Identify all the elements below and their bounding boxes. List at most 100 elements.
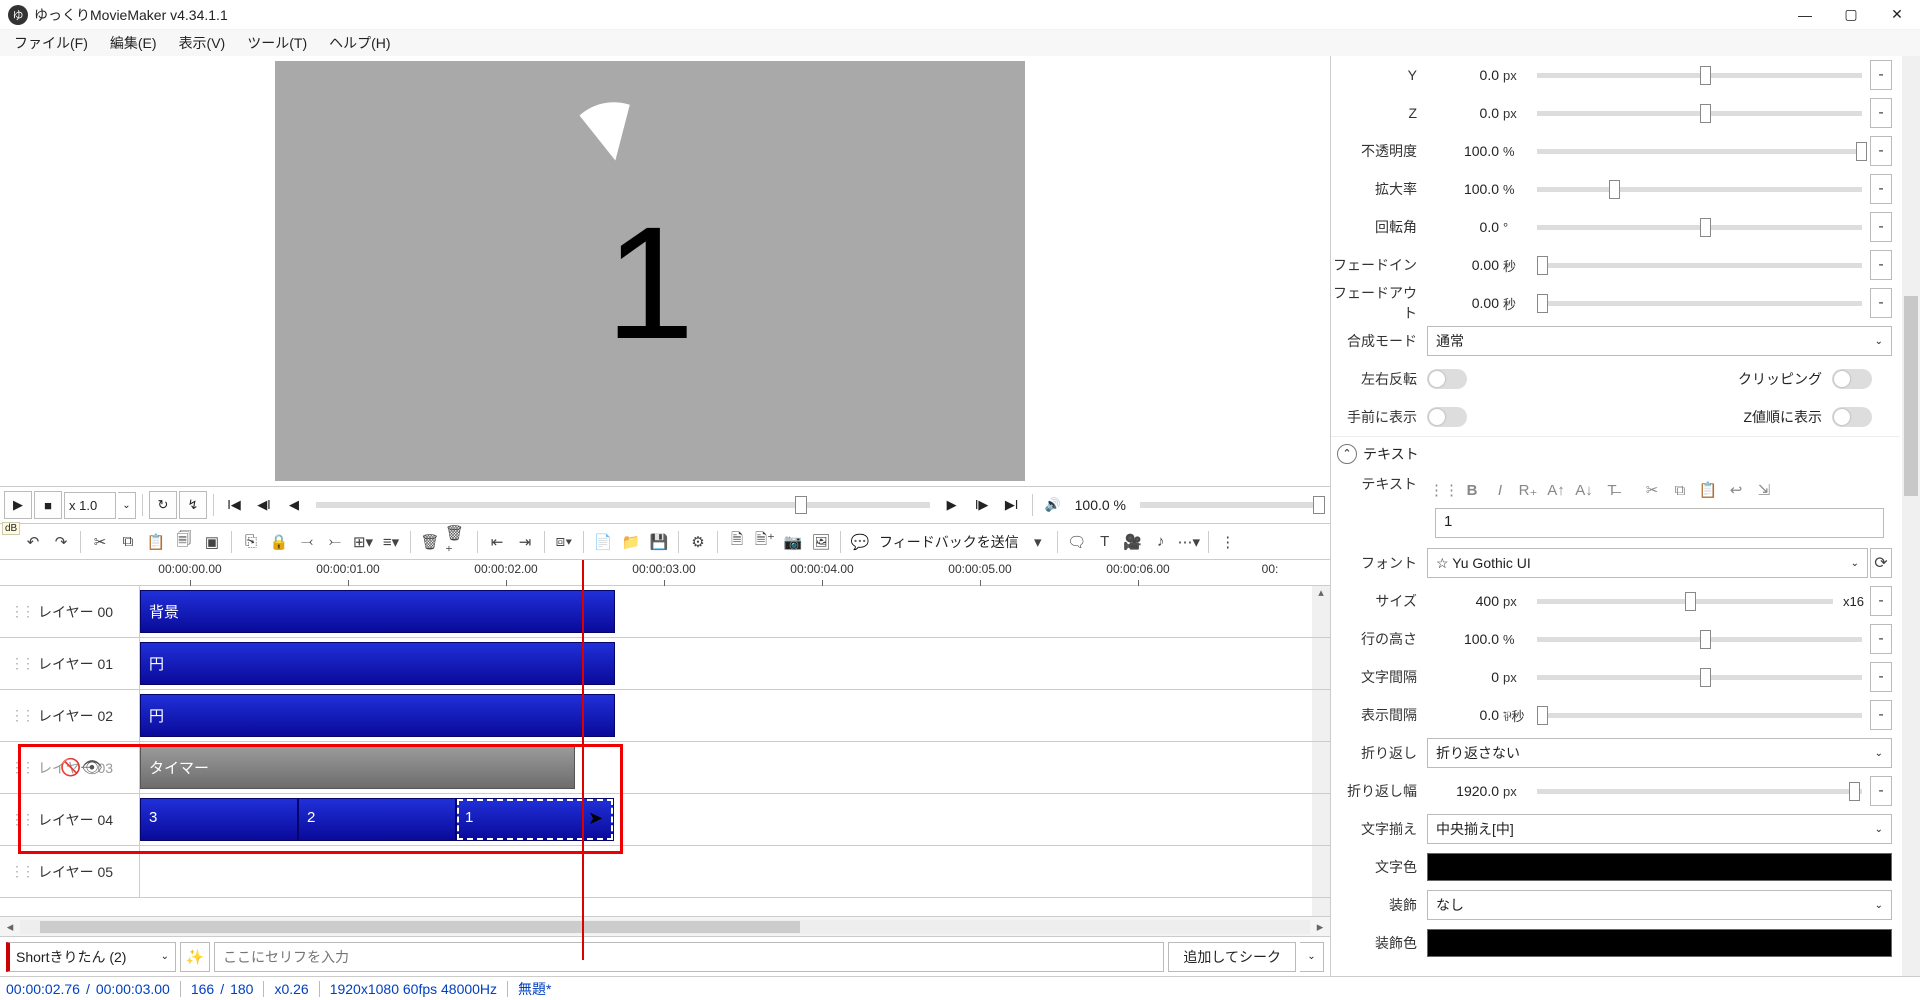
prop-z-minus[interactable]: - — [1870, 98, 1892, 128]
prop-opacity-minus[interactable]: - — [1870, 136, 1892, 166]
cut-button[interactable]: ✂ — [87, 529, 113, 555]
curve-button[interactable]: ↯ — [179, 491, 207, 519]
overflow-button[interactable]: ⋮ — [1215, 529, 1241, 555]
prop-lineh-value[interactable]: 100.0 — [1427, 631, 1503, 647]
snap-button[interactable]: ⎘ — [238, 529, 264, 555]
screenshot-button[interactable]: 🖼 — [808, 529, 834, 555]
text-input[interactable]: 1 — [1435, 508, 1884, 538]
prop-fadein-slider[interactable] — [1537, 263, 1862, 268]
prop-fadein-value[interactable]: 0.00 — [1427, 257, 1503, 273]
more-dd[interactable]: ⋯▾ — [1176, 529, 1202, 555]
prop-size-slider[interactable] — [1537, 599, 1833, 604]
play-button[interactable]: ▶ — [4, 491, 32, 519]
layer-body[interactable]: 円 — [140, 638, 1330, 689]
prop-clip-toggle[interactable] — [1832, 369, 1872, 389]
close-button[interactable]: ✕ — [1874, 0, 1920, 30]
settings-button[interactable]: ⚙ — [685, 529, 711, 555]
layer-body[interactable]: 背景 — [140, 586, 1330, 637]
hidden-icon[interactable]: 🚫👁 — [60, 758, 103, 778]
prop-fadeout-value[interactable]: 0.00 — [1427, 295, 1503, 311]
addfile-button[interactable]: 📄 — [590, 529, 616, 555]
prop-zorder-toggle[interactable] — [1832, 407, 1872, 427]
group-button[interactable]: ▣ — [199, 529, 225, 555]
prop-y-value[interactable]: 0.0 — [1427, 67, 1503, 83]
wand-button[interactable]: ✨ — [180, 942, 210, 972]
prop-disp-slider[interactable] — [1537, 713, 1862, 718]
font-refresh-button[interactable]: ⟳ — [1870, 548, 1892, 578]
layer-row[interactable]: ⋮⋮レイヤー 00背景 — [0, 586, 1330, 638]
prop-disp-value[interactable]: 0.0 — [1427, 707, 1503, 723]
add-video-button[interactable]: 🎥 — [1120, 529, 1146, 555]
crop-button[interactable]: ⧈▾ — [551, 529, 577, 555]
collapse-icon[interactable]: ⌃ — [1337, 444, 1357, 464]
prop-z-value[interactable]: 0.0 — [1427, 105, 1503, 121]
clip-a-button[interactable]: 🗎 — [724, 529, 750, 555]
playhead[interactable] — [582, 560, 584, 960]
volume-icon[interactable]: 🔊 — [1039, 491, 1067, 519]
prop-opacity-slider[interactable] — [1537, 149, 1862, 154]
delete-button[interactable]: 🗑 — [417, 529, 443, 555]
prop-rot-slider[interactable] — [1537, 225, 1862, 230]
add-text-button[interactable]: T — [1092, 529, 1118, 555]
layer-header[interactable]: ⋮⋮レイヤー 01 — [0, 638, 140, 689]
layer-body[interactable]: タイマー — [140, 742, 1330, 793]
lock-button[interactable]: 🔒 — [266, 529, 292, 555]
prop-wrapw-slider[interactable] — [1537, 789, 1862, 794]
prop-deco-combo[interactable]: なし⌄ — [1427, 890, 1892, 920]
sizeup-button[interactable]: A↑ — [1543, 477, 1569, 503]
camera-button[interactable]: 📷 — [780, 529, 806, 555]
feedback-button[interactable]: フィードバックを送信 — [875, 532, 1023, 552]
props-scrollbar[interactable] — [1902, 56, 1920, 976]
prop-rot-minus[interactable]: - — [1870, 212, 1892, 242]
timeline[interactable]: ▴ ⋮⋮レイヤー 00背景⋮⋮レイヤー 01円⋮⋮レイヤー 02円⋮⋮レイヤー … — [0, 586, 1330, 916]
prop-y-minus[interactable]: - — [1870, 60, 1892, 90]
prop-y-slider[interactable] — [1537, 73, 1862, 78]
step-fwd-button[interactable]: I▶ — [968, 491, 996, 519]
delete2-button[interactable]: 🗑⁺ — [445, 529, 471, 555]
stop-button[interactable]: ■ — [34, 491, 62, 519]
clip[interactable]: 背景 — [140, 590, 615, 633]
feedback-dd[interactable]: ▾ — [1025, 529, 1051, 555]
menu-file[interactable]: ファイル(F) — [4, 30, 98, 56]
undo-button[interactable]: ↶ — [20, 529, 46, 555]
text-section-header[interactable]: ⌃テキスト — [1331, 436, 1900, 470]
step-back-button[interactable]: ◀I — [250, 491, 278, 519]
layer-row[interactable]: ⋮⋮レイヤー 01円 — [0, 638, 1330, 690]
layer-header[interactable]: ⋮⋮レイヤー 00 — [0, 586, 140, 637]
go-end-button[interactable]: ▶I — [998, 491, 1026, 519]
prop-scale-minus[interactable]: - — [1870, 174, 1892, 204]
sizedown-button[interactable]: A↓ — [1571, 477, 1597, 503]
save-button[interactable]: 💾 — [646, 529, 672, 555]
prop-rot-value[interactable]: 0.0 — [1427, 219, 1503, 235]
copy-button[interactable]: ⧉ — [115, 529, 141, 555]
layer-row[interactable]: ⋮⋮レイヤー 04321 — [0, 794, 1330, 846]
paste-button[interactable]: 📋 — [143, 529, 169, 555]
layer-row[interactable]: ⋮⋮レイヤー 05 — [0, 846, 1330, 898]
add-seek-dropdown[interactable]: ⌄ — [1300, 942, 1324, 972]
prop-lineh-slider[interactable] — [1537, 637, 1862, 642]
cols-button[interactable]: ≡▾ — [378, 529, 404, 555]
prop-align-combo[interactable]: 中央揃え[中]⌄ — [1427, 814, 1892, 844]
magnet-l-button[interactable]: ⤙ — [294, 529, 320, 555]
timeline-ruler[interactable]: 00:00:00.00 00:00:01.00 00:00:02.00 00:0… — [0, 560, 1330, 586]
prop-fadeout-slider[interactable] — [1537, 301, 1862, 306]
minimize-button[interactable]: — — [1782, 0, 1828, 30]
in-button[interactable]: ⇤ — [484, 529, 510, 555]
menu-help[interactable]: ヘルプ(H) — [319, 30, 400, 56]
italic-button[interactable]: I — [1487, 477, 1513, 503]
prop-size-value[interactable]: 400 — [1427, 593, 1503, 609]
prop-kern-value[interactable]: 0 — [1427, 669, 1503, 685]
go-start-button[interactable]: I◀ — [220, 491, 248, 519]
prop-opacity-value[interactable]: 100.0 — [1427, 143, 1503, 159]
prop-blend-combo[interactable]: 通常⌄ — [1427, 326, 1892, 356]
layer-body[interactable]: 円 — [140, 690, 1330, 741]
prop-size-minus[interactable]: - — [1870, 586, 1892, 616]
bold-button[interactable]: B — [1459, 477, 1485, 503]
prop-decoc-swatch[interactable] — [1427, 929, 1892, 957]
prop-wrapw-minus[interactable]: - — [1870, 776, 1892, 806]
clip[interactable]: 円 — [140, 642, 615, 685]
layer-header[interactable]: ⋮⋮レイヤー 04 — [0, 794, 140, 845]
layer-row[interactable]: ⋮⋮レイヤー 02円 — [0, 690, 1330, 742]
layer-body[interactable] — [140, 846, 1330, 897]
tcut-button[interactable]: ✂ — [1639, 477, 1665, 503]
